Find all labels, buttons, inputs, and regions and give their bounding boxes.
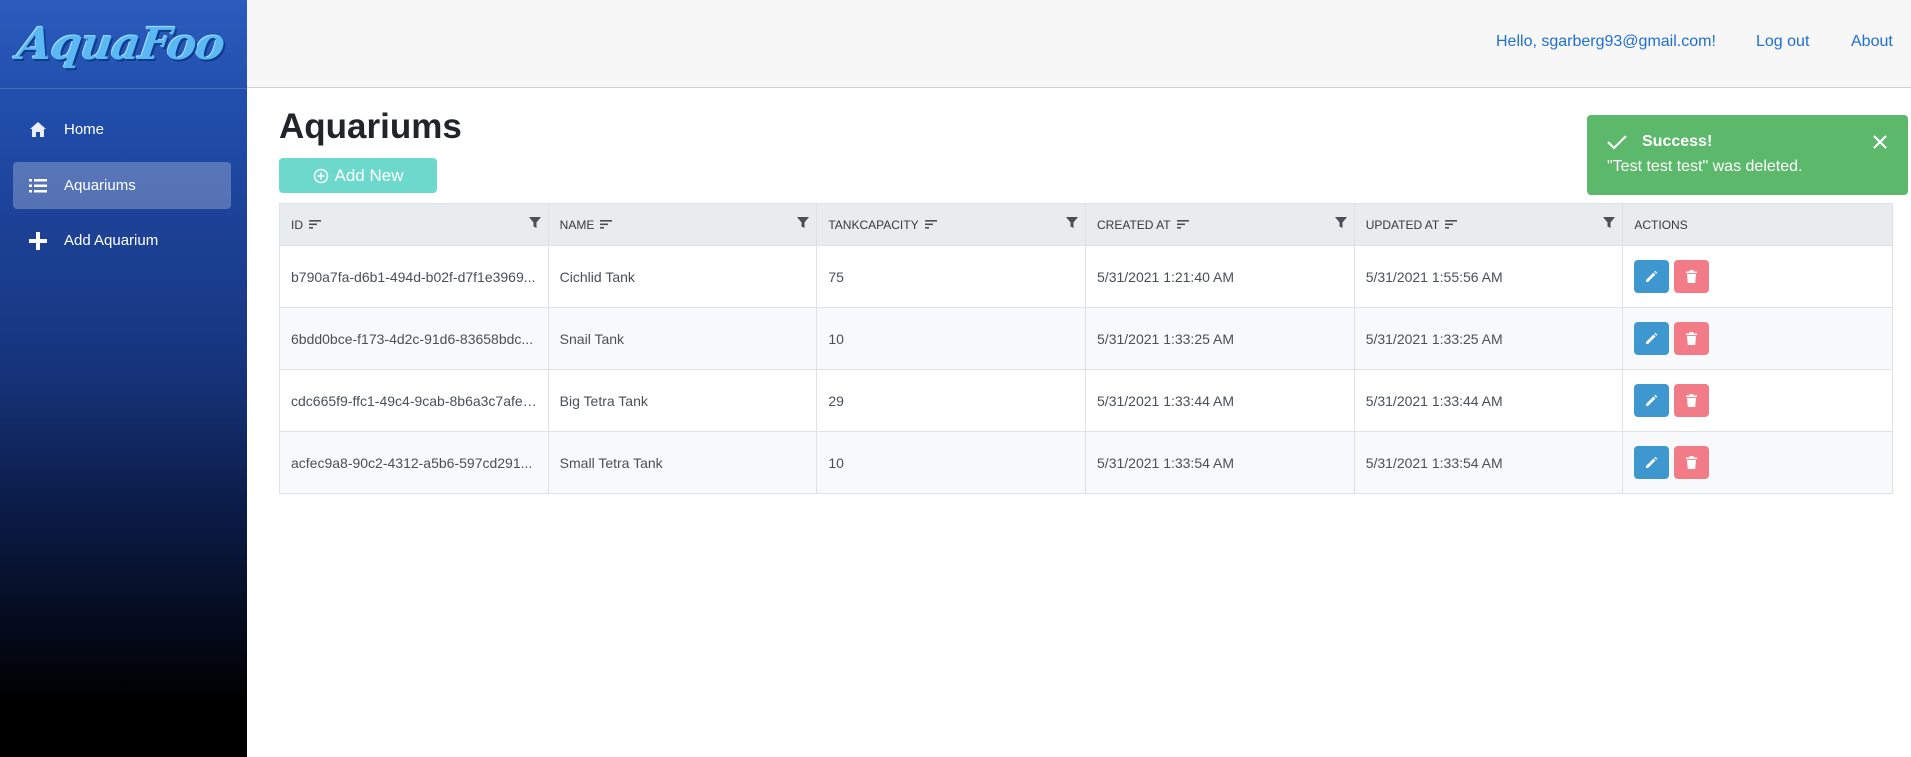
pencil-icon xyxy=(1646,456,1658,468)
toast-message: "Test test test" was deleted. xyxy=(1607,158,1803,175)
filter-icon[interactable] xyxy=(1334,217,1347,229)
table-header: ID NAME TANKCAPACITY CREATED AT UPDATED … xyxy=(280,204,1892,245)
success-toast: Success! "Test test test" was deleted. xyxy=(1587,115,1908,195)
column-header-tankcapacity[interactable]: TANKCAPACITY xyxy=(817,204,1087,245)
cell-name: Cichlid Tank xyxy=(549,246,818,307)
add-new-label: Add New xyxy=(334,165,404,185)
filter-icon[interactable] xyxy=(528,217,541,229)
delete-button[interactable] xyxy=(1674,384,1710,417)
logout-link[interactable]: Log out xyxy=(1756,33,1809,51)
check-icon xyxy=(1607,134,1627,155)
cell-name: Small Tetra Tank xyxy=(549,432,818,493)
cell-updated-at: 5/31/2021 1:55:56 AM xyxy=(1355,246,1624,307)
cell-actions xyxy=(1623,432,1892,493)
sidebar-item-home[interactable]: Home xyxy=(13,106,231,153)
cell-created-at: 5/31/2021 1:33:54 AM xyxy=(1086,432,1355,493)
sidebar-item-add-aquarium[interactable]: Add Aquarium xyxy=(13,217,231,264)
pencil-icon xyxy=(1646,394,1658,406)
user-greeting-link[interactable]: Hello, sgarberg93@gmail.com! xyxy=(1496,33,1716,51)
cell-actions xyxy=(1623,246,1892,307)
delete-button[interactable] xyxy=(1674,260,1710,293)
cell-tankcapacity: 10 xyxy=(817,432,1087,493)
cell-name: Snail Tank xyxy=(549,308,818,369)
edit-button[interactable] xyxy=(1634,322,1670,355)
cell-text: 6bdd0bce-f173-4d2c-91d6-83658bdc... xyxy=(291,330,534,347)
app-logo[interactable]: AquaFoo xyxy=(14,19,227,70)
cell-updated-at: 5/31/2021 1:33:25 AM xyxy=(1355,308,1624,369)
cell-id: 6bdd0bce-f173-4d2c-91d6-83658bdc... xyxy=(280,308,549,369)
pencil-icon xyxy=(1646,332,1658,344)
aquariums-table: ID NAME TANKCAPACITY CREATED AT UPDATED … xyxy=(279,203,1893,494)
sidebar-item-label: Add Aquarium xyxy=(64,232,159,249)
cell-created-at: 5/31/2021 1:33:25 AM xyxy=(1086,308,1355,369)
cell-text: cdc665f9-ffc1-49c4-9cab-8b6a3c7afe7e xyxy=(291,392,538,409)
delete-button[interactable] xyxy=(1674,322,1710,355)
cell-text: b790a7fa-d6b1-494d-b02f-d7f1e3969... xyxy=(291,268,536,285)
filter-icon[interactable] xyxy=(797,217,810,229)
trash-icon xyxy=(1686,394,1698,407)
cell-created-at: 5/31/2021 1:21:40 AM xyxy=(1086,246,1355,307)
cell-updated-at: 5/31/2021 1:33:44 AM xyxy=(1355,370,1624,431)
toast-title: Success! xyxy=(1642,133,1713,150)
column-header-actions: ACTIONS xyxy=(1623,204,1892,245)
sidebar: AquaFoo Home Aquariums Add Aquarium xyxy=(0,0,247,757)
cell-created-at: 5/31/2021 1:33:44 AM xyxy=(1086,370,1355,431)
sort-icon[interactable] xyxy=(309,220,321,229)
table-row: b790a7fa-d6b1-494d-b02f-d7f1e3969... Cic… xyxy=(280,245,1892,307)
plus-circle-icon xyxy=(313,168,329,184)
about-link[interactable]: About xyxy=(1851,33,1893,51)
cell-updated-at: 5/31/2021 1:33:54 AM xyxy=(1355,432,1624,493)
column-header-created-at[interactable]: CREATED AT xyxy=(1086,204,1355,245)
column-header-updated-at[interactable]: UPDATED AT xyxy=(1355,204,1624,245)
list-icon xyxy=(28,176,48,196)
cell-id: acfec9a8-90c2-4312-a5b6-597cd291... xyxy=(280,432,549,493)
column-header-id[interactable]: ID xyxy=(280,204,549,245)
edit-button[interactable] xyxy=(1634,384,1670,417)
column-label: UPDATED AT xyxy=(1365,217,1440,232)
column-label: TANKCAPACITY xyxy=(828,217,919,232)
table-row: acfec9a8-90c2-4312-a5b6-597cd291... Smal… xyxy=(280,431,1892,493)
column-label: NAME xyxy=(559,217,595,232)
cell-tankcapacity: 75 xyxy=(817,246,1087,307)
cell-id: b790a7fa-d6b1-494d-b02f-d7f1e3969... xyxy=(280,246,549,307)
filter-icon[interactable] xyxy=(1603,217,1616,229)
sidebar-item-label: Aquariums xyxy=(64,177,136,194)
edit-button[interactable] xyxy=(1634,260,1670,293)
table-row: 6bdd0bce-f173-4d2c-91d6-83658bdc... Snai… xyxy=(280,307,1892,369)
delete-button[interactable] xyxy=(1674,446,1710,479)
cell-actions xyxy=(1623,370,1892,431)
logo-area: AquaFoo xyxy=(0,0,247,89)
sort-icon[interactable] xyxy=(924,220,937,229)
column-header-name[interactable]: NAME xyxy=(549,204,818,245)
cell-id: cdc665f9-ffc1-49c4-9cab-8b6a3c7afe7e xyxy=(280,370,549,431)
filter-icon[interactable] xyxy=(1066,217,1079,229)
sidebar-item-label: Home xyxy=(64,121,105,138)
page-title: Aquariums xyxy=(279,107,462,146)
cell-tankcapacity: 10 xyxy=(817,308,1087,369)
edit-button[interactable] xyxy=(1634,446,1670,479)
trash-icon xyxy=(1686,270,1698,283)
close-icon[interactable] xyxy=(1872,134,1888,155)
trash-icon xyxy=(1686,332,1698,345)
sort-icon[interactable] xyxy=(1176,220,1189,229)
add-new-button[interactable]: Add New xyxy=(279,158,437,193)
column-label: ACTIONS xyxy=(1634,217,1688,232)
table-row: cdc665f9-ffc1-49c4-9cab-8b6a3c7afe7e Big… xyxy=(280,369,1892,431)
pencil-icon xyxy=(1646,270,1658,282)
column-label: ID xyxy=(291,217,303,232)
sort-icon[interactable] xyxy=(1445,220,1458,229)
sort-icon[interactable] xyxy=(600,220,613,229)
plus-icon xyxy=(28,231,48,251)
trash-icon xyxy=(1686,456,1698,469)
top-navbar: Hello, sgarberg93@gmail.com! Log out Abo… xyxy=(247,0,1911,88)
cell-actions xyxy=(1623,308,1892,369)
cell-tankcapacity: 29 xyxy=(817,370,1087,431)
sidebar-item-aquariums[interactable]: Aquariums xyxy=(13,162,231,209)
cell-name: Big Tetra Tank xyxy=(549,370,818,431)
home-icon xyxy=(28,120,48,140)
cell-text: acfec9a8-90c2-4312-a5b6-597cd291... xyxy=(291,454,533,471)
column-label: CREATED AT xyxy=(1097,217,1171,232)
